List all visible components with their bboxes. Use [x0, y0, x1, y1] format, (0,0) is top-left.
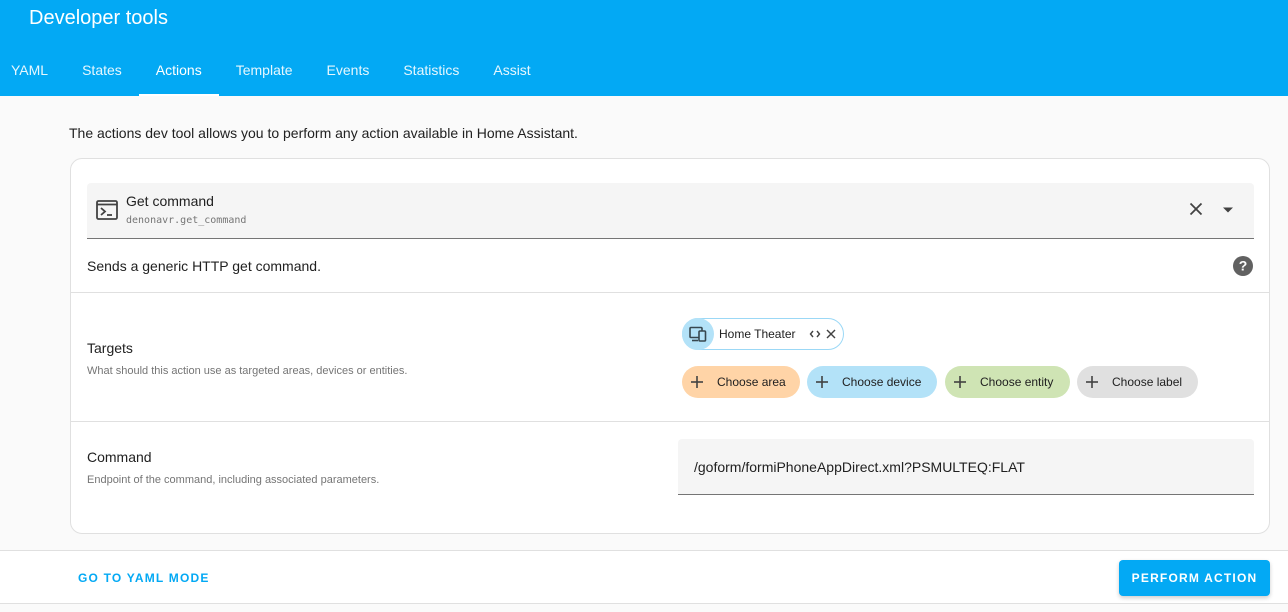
footer-bar: GO TO YAML MODE PERFORM ACTION — [0, 550, 1288, 604]
tab-yaml[interactable]: YAML — [0, 48, 65, 96]
tab-bar: YAML States Actions Template Events Stat… — [0, 48, 548, 96]
chevron-down-icon[interactable] — [1222, 206, 1234, 214]
device-chip-label: Home Theater — [719, 327, 796, 341]
choose-label-label: Choose label — [1112, 375, 1183, 389]
divider — [71, 421, 1269, 422]
tab-assist[interactable]: Assist — [476, 48, 547, 96]
remove-icon[interactable] — [825, 328, 837, 340]
choose-area-label: Choose area — [717, 375, 786, 389]
plus-icon — [691, 376, 703, 388]
close-icon[interactable] — [1188, 201, 1204, 217]
tab-statistics[interactable]: Statistics — [386, 48, 476, 96]
app-header: Developer tools YAML States Actions Temp… — [0, 0, 1288, 96]
help-icon[interactable]: ? — [1232, 255, 1254, 277]
action-card: Get command denonavr.get_command Sends a… — [70, 158, 1270, 534]
selected-device-chip[interactable]: Home Theater — [682, 318, 844, 350]
action-description: Sends a generic HTTP get command. — [87, 258, 321, 274]
action-name: Get command — [126, 193, 214, 209]
devices-icon — [689, 326, 707, 342]
command-description: Endpoint of the command, including assoc… — [87, 474, 380, 486]
tab-states[interactable]: States — [65, 48, 139, 96]
perform-action-button[interactable]: PERFORM ACTION — [1119, 560, 1270, 596]
choose-entity-button[interactable]: Choose entity — [945, 366, 1070, 398]
plus-icon — [1086, 376, 1098, 388]
action-picker[interactable]: Get command denonavr.get_command — [87, 183, 1254, 239]
choose-entity-label: Choose entity — [980, 375, 1054, 389]
command-label: Command — [87, 449, 152, 465]
yaml-mode-button[interactable]: GO TO YAML MODE — [78, 571, 210, 585]
tab-template[interactable]: Template — [219, 48, 310, 96]
intro-text: The actions dev tool allows you to perfo… — [69, 125, 578, 141]
tab-events[interactable]: Events — [310, 48, 387, 96]
choose-label-button[interactable]: Choose label — [1077, 366, 1198, 398]
choose-area-button[interactable]: Choose area — [682, 366, 800, 398]
svg-text:?: ? — [1239, 258, 1248, 274]
command-input[interactable] — [678, 439, 1254, 494]
targets-label: Targets — [87, 340, 133, 356]
command-field — [678, 439, 1254, 495]
action-id: denonavr.get_command — [126, 215, 247, 226]
page-title: Developer tools — [29, 7, 168, 29]
tab-actions[interactable]: Actions — [138, 48, 219, 96]
choose-device-label: Choose device — [842, 375, 922, 389]
expand-icon[interactable] — [809, 328, 821, 340]
choose-device-button[interactable]: Choose device — [807, 366, 937, 398]
plus-icon — [954, 376, 966, 388]
plus-icon — [816, 376, 828, 388]
divider — [71, 292, 1269, 293]
console-icon — [96, 200, 118, 220]
device-chip-avatar — [682, 318, 714, 350]
targets-description: What should this action use as targeted … — [87, 365, 408, 377]
